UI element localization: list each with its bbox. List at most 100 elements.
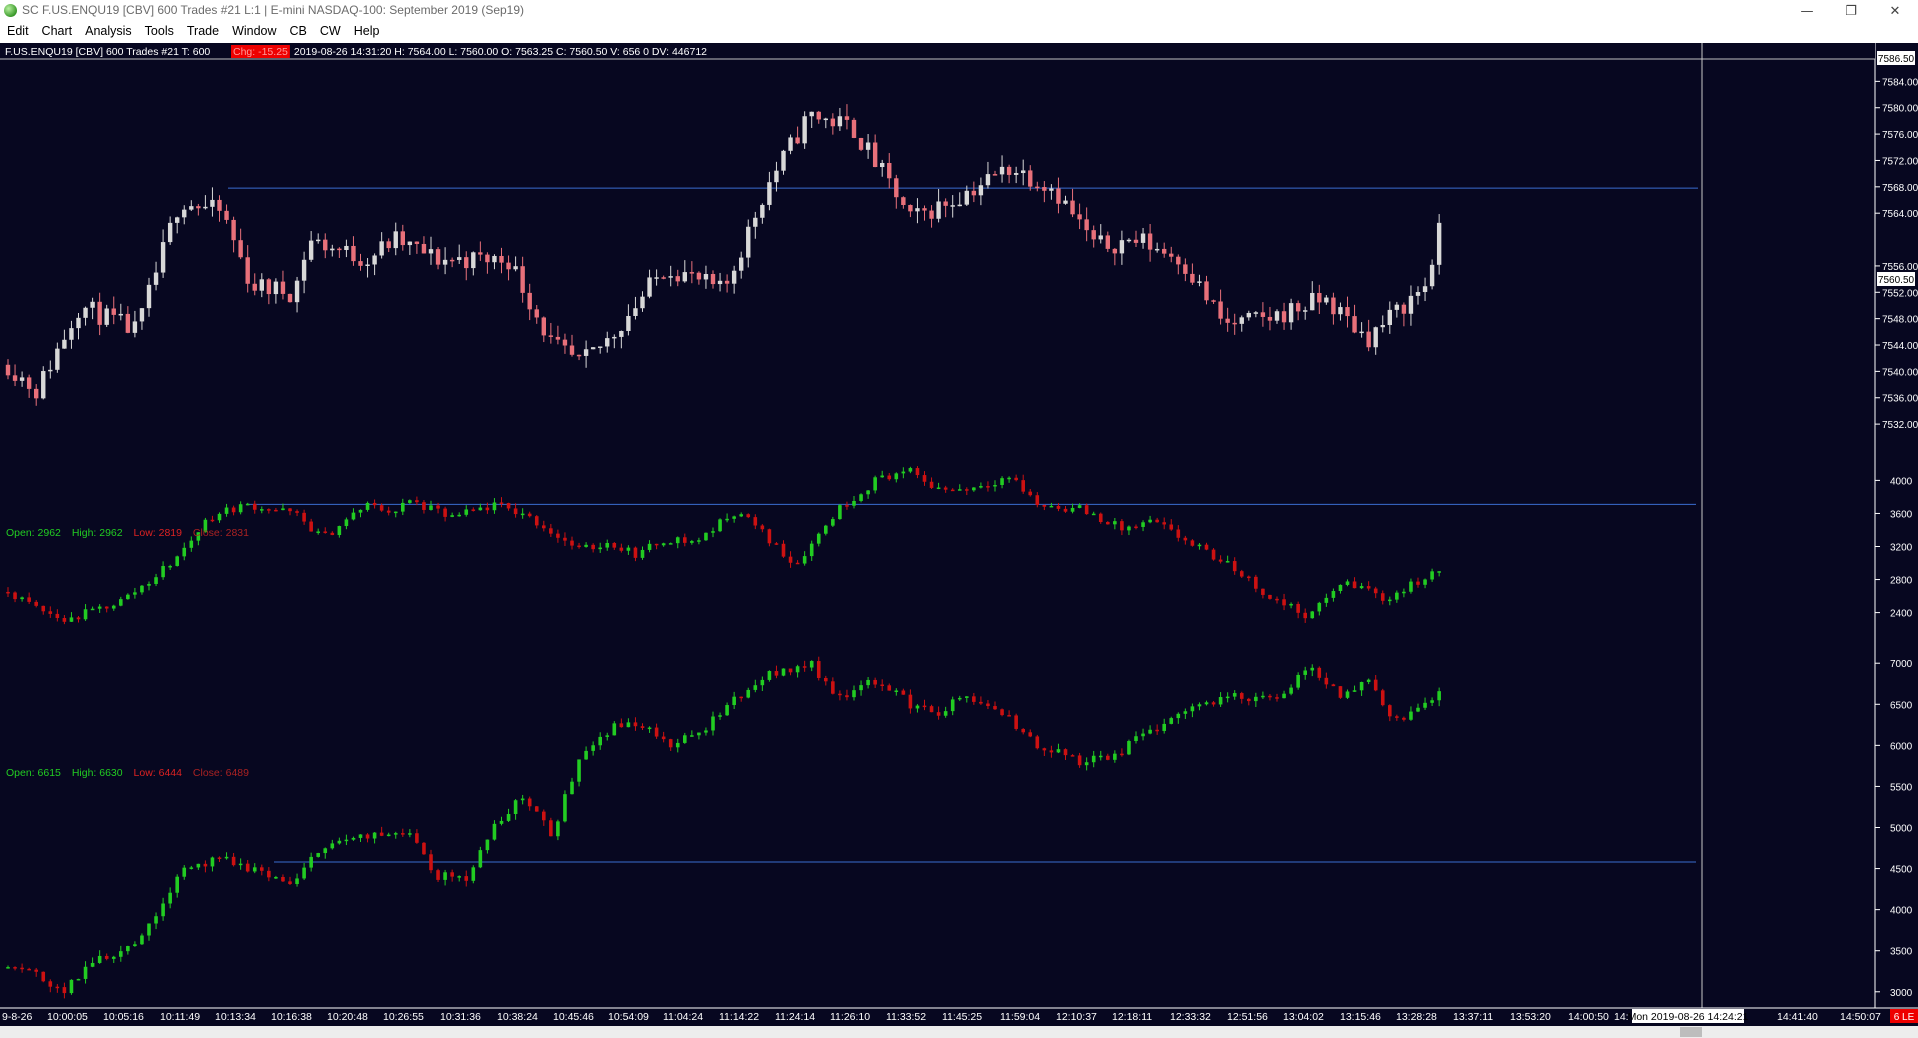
menu-chart[interactable]: Chart [35,22,79,43]
close-button[interactable]: ✕ [1872,0,1918,22]
study2-candle [788,668,793,673]
menu-bar: Edit Chart Analysis Tools Trade Window C… [0,22,1918,43]
main-candle [661,277,666,279]
study1-candle [457,514,461,517]
study2-candle [584,750,588,760]
study2-candle [175,876,179,893]
study1-candle [1049,505,1054,508]
study2-candle [224,856,229,859]
study1-candle [252,503,257,510]
study2-candle [753,685,758,690]
study2-candle [894,690,899,692]
study1-candle [97,606,102,609]
main-candle [1154,248,1160,251]
study2-candle [1430,700,1434,703]
study2-candle [936,712,941,716]
study1-candle [647,543,652,550]
menu-trade[interactable]: Trade [180,22,225,43]
main-candle [689,272,695,274]
main-candle [703,274,709,280]
study2-candle [633,722,638,727]
main-candle [1380,325,1385,328]
study1-candle [788,556,793,563]
menu-cw[interactable]: CW [313,22,347,43]
time-tick-label: 14:50:07 [1840,1011,1881,1023]
study2-legend: Open: 6615 High: 6630 Low: 6444 Close: 6… [6,767,249,779]
study2-candle [626,722,631,728]
study2-candle [1395,716,1399,718]
menu-cb[interactable]: CB [283,22,313,43]
study2-candle [20,967,24,970]
study1-candle [450,515,454,517]
main-candle [118,313,123,316]
study2-candle [111,956,116,959]
main-candle [1204,281,1209,301]
main-candle [19,377,25,381]
study1-candle [683,537,687,543]
study1-candle [386,510,391,513]
menu-edit[interactable]: Edit [0,22,35,43]
study1-candle [415,500,419,503]
chart-area[interactable]: 7584.00 7580.00 7576.00 7572.00 7568.00 7564.… [0,43,1918,1038]
main-candle [337,248,342,251]
main-candle [1105,235,1110,249]
study1-candle [1218,559,1223,562]
study2-candle [1169,718,1174,724]
menu-help[interactable]: Help [347,22,386,43]
study2-candle [1000,709,1004,716]
study1-candle [379,505,384,511]
time-tick-label: 13:15:46 [1340,1011,1381,1023]
main-candle [1169,253,1174,257]
time-tick-label: 12:18:11 [1112,1011,1152,1023]
menu-tools[interactable]: Tools [138,22,180,43]
main-candle [985,174,991,186]
study2-tick-label: 4500 [1890,865,1913,876]
time-tick-label: 14:41:40 [1777,1011,1818,1023]
study2-candle [471,867,476,881]
study1-candle [55,613,60,619]
menu-window[interactable]: Window [225,22,282,43]
study2-candle [1416,707,1420,712]
time-tick-label: 12:33:32 [1170,1011,1211,1023]
chart-header-change: Chg: -15.25 [233,46,288,58]
study1-candle [224,507,229,514]
study2-candle [1380,690,1385,706]
study1-candle [1014,477,1018,481]
study2-high: High: 6630 [72,767,123,779]
study2-candle [231,856,236,866]
main-candle [1028,170,1033,187]
app-logo-icon [4,4,17,17]
scrollbar-thumb[interactable] [1680,1027,1702,1037]
main-candle [1415,292,1421,296]
horizontal-scrollbar[interactable] [0,1026,1918,1038]
study1-candle [1113,521,1117,525]
study2-candle [957,697,962,700]
time-tick-label: 10:31:36 [440,1011,481,1023]
restore-button[interactable]: ❐ [1828,0,1874,22]
study1-candle [711,531,715,533]
main-candle [1260,312,1266,317]
main-candle [41,371,46,399]
study2-candle [845,695,849,698]
menu-analysis[interactable]: Analysis [78,22,138,43]
study2-candle [422,842,426,855]
study2-candle [1373,679,1378,691]
main-candle [506,262,511,270]
chart-canvas[interactable]: 7584.00 7580.00 7576.00 7572.00 7568.00 7564.… [0,43,1918,1038]
main-candle [605,338,610,347]
minimize-button[interactable]: — [1784,0,1830,22]
main-candle [132,321,138,333]
main-candle [830,118,836,127]
study2-candle [252,867,257,872]
study2-candle [1268,695,1272,698]
time-tick-label: 11:04:24 [663,1011,703,1023]
time-tick-label: 11:59:04 [1000,1011,1040,1023]
study2-tick-label: 6500 [1890,700,1913,711]
main-candle [668,276,673,278]
study1-candle [527,513,532,517]
study2-candle [316,853,320,857]
main-candle [1274,311,1280,321]
study1-candle [957,489,962,491]
main-candle [414,241,420,244]
main-candle [245,257,250,284]
